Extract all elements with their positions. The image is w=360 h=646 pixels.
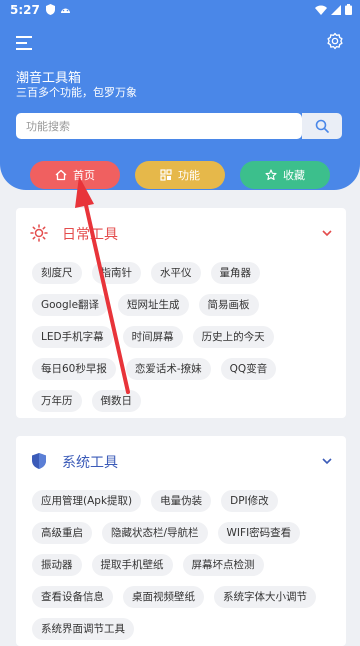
shield-status-icon <box>46 4 55 15</box>
tool-chip[interactable]: 屏幕坏点检测 <box>182 554 264 576</box>
tool-chip[interactable]: Google翻译 <box>32 294 109 316</box>
wifi-icon <box>315 5 327 15</box>
search-button[interactable] <box>302 113 342 139</box>
tool-chip[interactable]: 万年历 <box>32 390 82 412</box>
tool-chip[interactable]: 短网址生成 <box>118 294 189 316</box>
section-header[interactable]: 日常工具 <box>30 222 332 246</box>
notification-icons <box>46 4 71 15</box>
tool-chip[interactable]: 恋爱话术-撩妹 <box>125 358 211 380</box>
tool-chip[interactable]: 水平仪 <box>151 262 201 284</box>
tool-chip[interactable]: 量角器 <box>210 262 260 284</box>
search-icon <box>315 119 329 133</box>
section-daily-tools: 日常工具 刻度尺 指南针 水平仪 量角器 Google翻译 短网址生成 简易画板… <box>16 208 346 418</box>
tool-chip[interactable]: WIFI密码查看 <box>217 522 301 544</box>
tool-chip[interactable]: LED手机字幕 <box>32 326 113 348</box>
star-icon <box>265 169 277 181</box>
tab-favorites-label: 收藏 <box>283 169 305 182</box>
chevron-down-icon[interactable] <box>322 457 332 465</box>
tool-chip[interactable]: 系统字体大小调节 <box>214 586 316 608</box>
battery-icon <box>345 4 352 15</box>
section-title: 系统工具 <box>62 455 118 471</box>
sun-icon <box>30 224 48 242</box>
section-system-tools: 系统工具 应用管理(Apk提取) 电量伪装 DPI修改 高级重启 隐藏状态栏/导… <box>16 436 346 646</box>
section-header[interactable]: 系统工具 <box>30 450 332 474</box>
tool-chip[interactable]: 高级重启 <box>32 522 92 544</box>
tool-chip[interactable]: 每日60秒早报 <box>32 358 116 380</box>
tool-chip[interactable]: 应用管理(Apk提取) <box>32 490 142 512</box>
search-input[interactable] <box>16 113 302 139</box>
tool-chip[interactable]: 简易画板 <box>198 294 259 316</box>
tool-chip[interactable]: 查看设备信息 <box>32 586 113 608</box>
tab-features-label: 功能 <box>178 169 200 182</box>
home-icon <box>55 169 67 181</box>
gear-icon[interactable] <box>326 32 344 50</box>
tool-chip[interactable]: 倒数日 <box>91 390 141 412</box>
tool-chip[interactable]: 指南针 <box>91 262 141 284</box>
section-title: 日常工具 <box>62 227 118 243</box>
app-subtitle: 三百多个功能，包罗万象 <box>16 86 137 99</box>
tool-chip[interactable]: 系统界面调节工具 <box>32 618 134 640</box>
android-status-icon <box>61 8 70 13</box>
tool-chip[interactable]: 振动器 <box>32 554 82 576</box>
shield-icon <box>32 453 46 469</box>
system-icons <box>315 4 352 15</box>
tool-chip[interactable]: DPI修改 <box>221 490 278 512</box>
tool-chip[interactable]: 桌面视频壁纸 <box>123 586 204 608</box>
tab-home-label: 首页 <box>73 169 95 182</box>
tab-home[interactable]: 首页 <box>30 161 120 189</box>
chip-list: 应用管理(Apk提取) 电量伪装 DPI修改 高级重启 隐藏状态栏/导航栏 WI… <box>32 490 334 640</box>
tool-chip[interactable]: 提取手机壁纸 <box>91 554 173 576</box>
menu-icon[interactable] <box>16 34 38 52</box>
tool-chip[interactable]: 隐藏状态栏/导航栏 <box>102 522 208 544</box>
chevron-down-icon[interactable] <box>322 229 332 237</box>
tool-chip[interactable]: QQ变音 <box>220 358 277 380</box>
chip-list: 刻度尺 指南针 水平仪 量角器 Google翻译 短网址生成 简易画板 LED手… <box>32 262 334 412</box>
tool-chip[interactable]: 历史上的今天 <box>192 326 274 348</box>
tab-features[interactable]: 功能 <box>135 161 225 189</box>
tool-chip[interactable]: 刻度尺 <box>32 262 82 284</box>
status-time: 5:27 <box>10 3 40 17</box>
tab-favorites[interactable]: 收藏 <box>240 161 330 189</box>
signal-icon <box>331 4 341 15</box>
grid-icon <box>160 169 172 181</box>
tool-chip[interactable]: 电量伪装 <box>151 490 212 512</box>
status-bar: 5:27 <box>0 0 360 20</box>
tool-chip[interactable]: 时间屏幕 <box>122 326 183 348</box>
